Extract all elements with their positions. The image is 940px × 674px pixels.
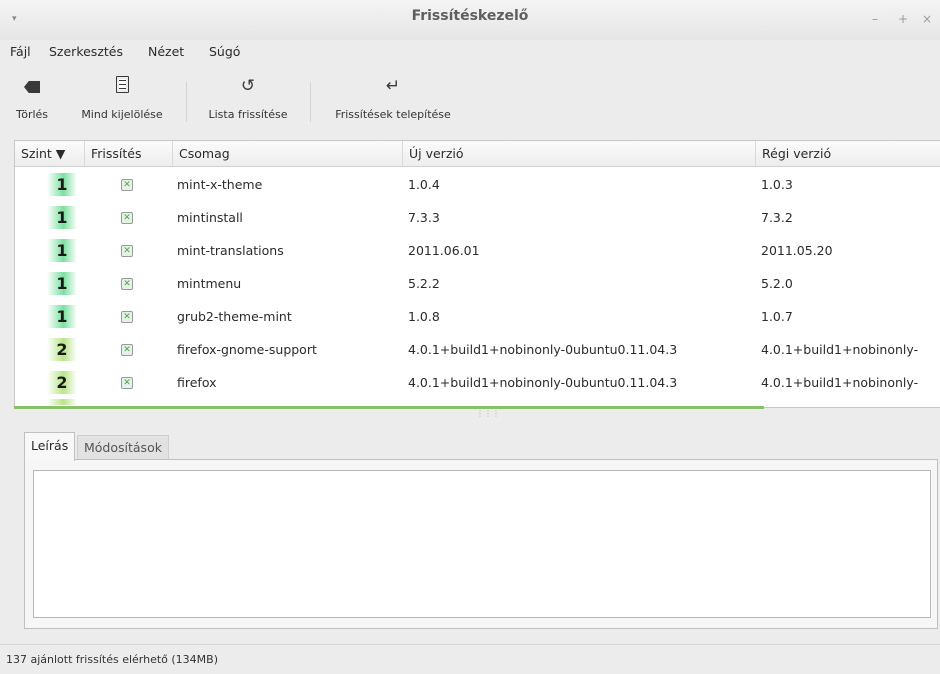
package-name: mintmenu: [177, 276, 242, 291]
clear-label: Törlés: [15, 108, 49, 121]
package-name: firefox-gnome-support: [177, 342, 317, 357]
minimize-button[interactable]: –: [872, 12, 878, 26]
tab-description[interactable]: Leírás: [24, 432, 76, 461]
table-row[interactable]: 1 ✕ mintinstall 7.3.3 7.3.2: [15, 201, 940, 234]
old-version: 7.3.2: [761, 210, 793, 225]
column-header-old-version[interactable]: Régi verzió: [756, 141, 940, 167]
new-version: 4.0.1+build1+nobinonly-0ubuntu0.11.04.3: [408, 375, 678, 390]
clear-button[interactable]: Törlés: [0, 72, 64, 130]
window-title: Frissítéskezelő: [411, 8, 529, 24]
table-row[interactable]: 2 ✕ firefox 4.0.1+build1+nobinonly-0ubun…: [15, 366, 940, 399]
refresh-icon: ↺: [240, 76, 256, 96]
pane-splitter[interactable]: [14, 406, 764, 409]
details-tabs: Leírás Módosítások: [24, 432, 932, 461]
menu-file[interactable]: Fájl: [10, 44, 31, 59]
table-row[interactable]: 1 ✕ mintmenu 5.2.2 5.2.0: [15, 267, 940, 300]
menu-view[interactable]: Nézet: [148, 44, 184, 59]
toolbar: Törlés Mind kijelölése ↺ Lista frissítés…: [0, 72, 940, 134]
column-header-update[interactable]: Frissítés: [85, 141, 173, 167]
new-version: 7.3.3: [408, 210, 440, 225]
update-checkbox[interactable]: ✕: [121, 344, 133, 356]
new-version: 4.0.1+build1+nobinonly-0ubuntu0.11.04.3: [408, 342, 678, 357]
description-textarea[interactable]: [33, 470, 931, 618]
splitter-grip-icon[interactable]: ⋮⋮⋮: [476, 409, 500, 418]
level-badge: 1: [47, 206, 77, 229]
menu-bar: Fájl Szerkesztés Nézet Súgó: [0, 40, 940, 64]
package-name: grub2-theme-mint: [177, 309, 292, 324]
maximize-button[interactable]: +: [898, 12, 908, 26]
refresh-list-label: Lista frissítése: [208, 108, 288, 121]
close-button[interactable]: ×: [922, 12, 932, 26]
level-badge: 2: [47, 371, 77, 394]
table-header: Szint ▼ Frissítés Csomag Új verzió Régi …: [15, 141, 940, 167]
status-text: 137 ajánlott frissítés elérhető (134MB): [6, 653, 219, 666]
column-header-package[interactable]: Csomag: [173, 141, 403, 167]
toolbar-separator: [310, 82, 311, 122]
old-version: 2011.05.20: [761, 243, 833, 258]
refresh-list-button[interactable]: ↺ Lista frissítése: [192, 72, 304, 130]
new-version: 1.0.4: [408, 177, 440, 192]
old-version: 5.2.0: [761, 276, 793, 291]
column-header-new-version[interactable]: Új verzió: [403, 141, 756, 167]
update-checkbox[interactable]: ✕: [121, 377, 133, 389]
old-version: 4.0.1+build1+nobinonly-: [761, 342, 919, 357]
level-badge: 2: [47, 338, 77, 361]
status-bar: 137 ajánlott frissítés elérhető (134MB): [0, 644, 940, 674]
package-name: mintinstall: [177, 210, 243, 225]
old-version: 1.0.7: [761, 309, 793, 324]
level-badge: 1: [47, 173, 77, 196]
old-version: 4.0.1+build1+nobinonly-: [761, 375, 919, 390]
update-checkbox[interactable]: ✕: [121, 278, 133, 290]
tab-panel: [24, 459, 938, 629]
updates-table: Szint ▼ Frissítés Csomag Új verzió Régi …: [14, 140, 940, 408]
column-header-level[interactable]: Szint ▼: [15, 141, 85, 167]
table-row[interactable]: 2 ✕ firefox-gnome-support 4.0.1+build1+n…: [15, 333, 940, 366]
level-badge: 1: [47, 239, 77, 262]
install-updates-button[interactable]: ↵ Frissítések telepítése: [318, 72, 468, 130]
select-all-button[interactable]: Mind kijelölése: [64, 72, 180, 130]
table-row[interactable]: 1 ✕ mint-translations 2011.06.01 2011.05…: [15, 234, 940, 267]
install-updates-label: Frissítések telepítése: [335, 108, 451, 121]
package-name: mint-x-theme: [177, 177, 263, 192]
old-version: 1.0.3: [761, 177, 793, 192]
table-row[interactable]: 1 ✕ grub2-theme-mint 1.0.8 1.0.7: [15, 300, 940, 333]
package-name: mint-translations: [177, 243, 284, 258]
level-badge: [47, 399, 77, 405]
new-version: 2011.06.01: [408, 243, 480, 258]
clear-icon: [24, 81, 40, 93]
new-version: 1.0.8: [408, 309, 440, 324]
level-badge: 1: [47, 272, 77, 295]
update-checkbox[interactable]: ✕: [121, 212, 133, 224]
tab-changes[interactable]: Módosítások: [77, 435, 169, 460]
toolbar-separator: [186, 82, 187, 122]
install-icon: ↵: [385, 76, 401, 96]
select-all-icon: [115, 76, 129, 93]
table-row[interactable]: 1 ✕ mint-x-theme 1.0.4 1.0.3: [15, 168, 940, 201]
update-checkbox[interactable]: ✕: [121, 245, 133, 257]
level-badge: 1: [47, 305, 77, 328]
update-checkbox[interactable]: ✕: [121, 311, 133, 323]
menu-help[interactable]: Súgó: [209, 44, 240, 59]
new-version: 5.2.2: [408, 276, 440, 291]
title-bar: ▾ Frissítéskezelő – + ×: [0, 0, 940, 40]
menu-edit[interactable]: Szerkesztés: [49, 44, 123, 59]
update-checkbox[interactable]: ✕: [121, 179, 133, 191]
select-all-label: Mind kijelölése: [81, 108, 163, 121]
package-name: firefox: [177, 375, 217, 390]
